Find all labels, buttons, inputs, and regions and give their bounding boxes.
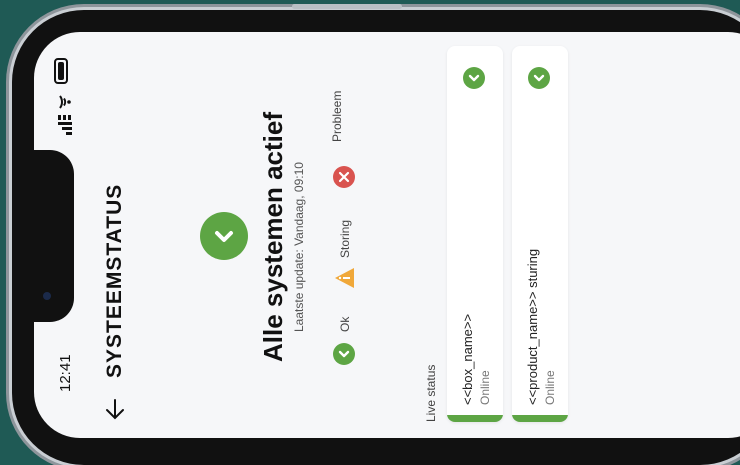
- status-card-product[interactable]: [512, 46, 568, 422]
- legend-ok-label: Ok: [338, 316, 352, 332]
- camera: [43, 292, 51, 300]
- battery-icon: [54, 58, 68, 84]
- summary-headline: Alle systemen actief: [258, 111, 288, 362]
- status-card-box[interactable]: [447, 46, 503, 422]
- page-title: SYSTEEMSTATUS: [103, 183, 126, 378]
- check-circle-icon: [200, 212, 248, 260]
- check-circle-icon: [528, 67, 550, 89]
- ok-check-icon: [333, 343, 355, 365]
- card-status: Online: [543, 370, 557, 405]
- live-status-label: Live status: [424, 364, 438, 422]
- hardware-button: [292, 4, 402, 9]
- app-screen: [34, 32, 740, 438]
- card-name: <<product_name>> sturing: [525, 248, 540, 405]
- error-icon: [333, 166, 355, 188]
- warning-icon: [335, 268, 354, 288]
- legend-probleem-label: Probleem: [330, 90, 344, 142]
- card-name: <<box_name>>: [460, 313, 475, 405]
- status-bar-ok: [512, 415, 568, 422]
- back-arrow-icon[interactable]: [104, 398, 126, 420]
- last-update: Laatste update: Vandaag, 09:10: [292, 162, 306, 332]
- legend-storing-label: Storing: [338, 219, 352, 258]
- signal-icon: [58, 115, 72, 135]
- card-status: Online: [478, 370, 492, 405]
- status-bar-ok: [447, 415, 503, 422]
- check-circle-icon: [463, 67, 485, 89]
- status-time: 12:41: [57, 354, 74, 392]
- notch: [34, 150, 74, 322]
- wifi-icon: [59, 95, 71, 109]
